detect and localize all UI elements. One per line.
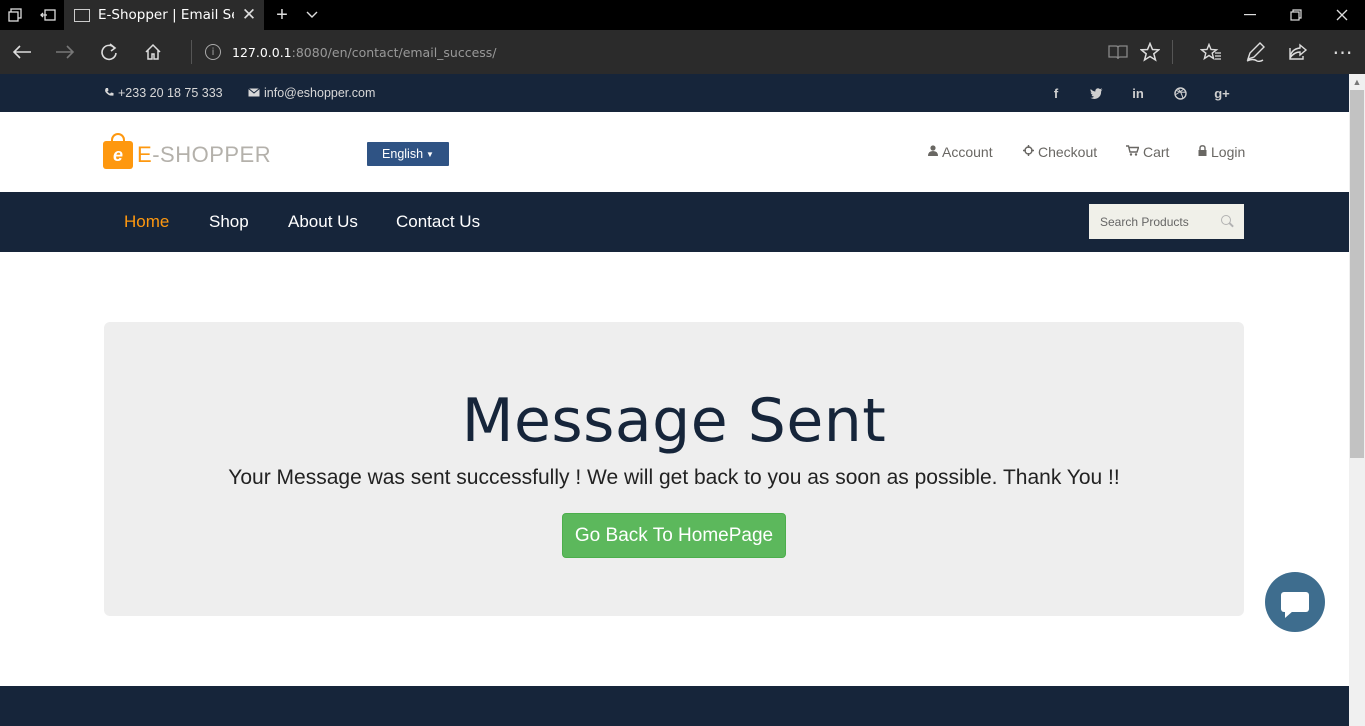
checkout-link[interactable]: Checkout	[1023, 142, 1097, 162]
tabs-icon[interactable]	[0, 0, 30, 30]
divider	[1172, 40, 1173, 64]
account-link[interactable]: Account	[928, 142, 993, 162]
page-icon	[74, 8, 90, 22]
brand-letter: E	[137, 142, 153, 167]
shopping-cart-icon	[1126, 145, 1140, 159]
more-icon[interactable]: ⋯	[1321, 30, 1365, 74]
restore-icon[interactable]	[1273, 0, 1319, 30]
url-path: :8080/en/contact/email_success/	[291, 44, 497, 60]
search-input[interactable]	[1100, 214, 1212, 229]
email-contact[interactable]: info@eshopper.com	[248, 74, 375, 112]
login-link[interactable]: Login	[1198, 142, 1245, 162]
url-field[interactable]: i 127.0.0.1:8080/en/contact/email_succes…	[205, 30, 497, 74]
new-tab-icon[interactable]: +	[270, 0, 294, 30]
header-top-bar: +233 20 18 75 333 info@eshopper.com f in…	[0, 74, 1349, 112]
url-host: 127.0.0.1	[232, 44, 292, 60]
facebook-icon[interactable]: f	[1045, 74, 1067, 112]
divider	[191, 40, 192, 64]
info-icon[interactable]: i	[205, 44, 221, 60]
linkedin-icon[interactable]: in	[1127, 74, 1149, 112]
language-dropdown[interactable]: English ▼	[367, 142, 449, 166]
success-panel: Message Sent Your Message was sent succe…	[104, 322, 1244, 616]
caret-down-icon: ▼	[426, 149, 434, 159]
nav-home[interactable]: Home	[124, 192, 169, 252]
go-back-home-button[interactable]: Go Back To HomePage	[562, 513, 786, 558]
success-message: Your Message was sent successfully ! We …	[228, 466, 1120, 489]
cart-label: Cart	[1143, 144, 1170, 160]
web-page: +233 20 18 75 333 info@eshopper.com f in…	[0, 74, 1349, 726]
chat-widget-button[interactable]	[1265, 572, 1325, 632]
login-label: Login	[1211, 144, 1246, 160]
back-arrow-icon[interactable]	[0, 30, 44, 74]
dribbble-icon[interactable]	[1169, 74, 1191, 112]
scroll-up-arrow-icon[interactable]: ▲	[1349, 74, 1365, 90]
star-icon[interactable]	[1128, 30, 1172, 74]
envelope-icon	[248, 86, 260, 100]
account-label: Account	[942, 144, 993, 160]
phone-number: +233 20 18 75 333	[118, 86, 223, 100]
page-scrollbar[interactable]: ▲	[1349, 74, 1365, 726]
crosshairs-icon	[1023, 145, 1034, 159]
eshopper-logo[interactable]: e E-SHOPPER	[103, 133, 271, 169]
active-tab[interactable]: E-Shopper | Email Sent ✕	[64, 0, 264, 30]
language-label: English	[382, 147, 424, 161]
brand-rest: -SHOPPER	[152, 142, 272, 167]
chevron-down-icon[interactable]	[300, 0, 324, 30]
tab-close-icon[interactable]: ✕	[234, 5, 264, 25]
chat-icon	[1281, 592, 1309, 618]
nav-about-us[interactable]: About Us	[288, 192, 358, 252]
phone-icon	[104, 86, 114, 100]
scroll-thumb[interactable]	[1350, 90, 1364, 458]
email-address: info@eshopper.com	[264, 86, 376, 100]
home-icon[interactable]	[131, 30, 175, 74]
shopping-bag-icon: e	[103, 133, 133, 169]
pen-icon[interactable]	[1233, 30, 1277, 74]
twitter-icon[interactable]	[1085, 74, 1107, 112]
refresh-icon[interactable]	[87, 30, 131, 74]
checkout-label: Checkout	[1038, 144, 1098, 160]
favorites-icon[interactable]	[1189, 30, 1233, 74]
nav-contact-us[interactable]: Contact Us	[396, 192, 480, 252]
cart-link[interactable]: Cart	[1126, 142, 1169, 162]
close-window-icon[interactable]	[1319, 0, 1365, 30]
minimize-icon[interactable]	[1227, 0, 1273, 30]
user-icon	[928, 145, 938, 159]
brand-name: E-SHOPPER	[137, 142, 271, 168]
share-icon[interactable]	[1276, 30, 1320, 74]
browser-address-bar: i 127.0.0.1:8080/en/contact/email_succes…	[0, 30, 1365, 74]
main-navigation: Home Shop About Us Contact Us	[0, 192, 1349, 252]
google-plus-icon[interactable]: g+	[1211, 74, 1233, 112]
phone-contact[interactable]: +233 20 18 75 333	[104, 74, 223, 112]
browser-tab-bar: E-Shopper | Email Sent ✕ +	[0, 0, 1365, 30]
page-title: Message Sent	[461, 386, 887, 456]
set-aside-tabs-icon[interactable]	[34, 0, 62, 30]
header-middle: e E-SHOPPER English ▼ Account Checkout C…	[0, 112, 1349, 192]
search-box	[1089, 204, 1244, 239]
search-icon[interactable]	[1221, 215, 1231, 225]
forward-arrow-icon[interactable]	[43, 30, 87, 74]
nav-shop[interactable]: Shop	[209, 192, 249, 252]
footer	[0, 686, 1349, 726]
tab-title: E-Shopper | Email Sent	[98, 7, 234, 23]
lock-icon	[1198, 145, 1207, 159]
